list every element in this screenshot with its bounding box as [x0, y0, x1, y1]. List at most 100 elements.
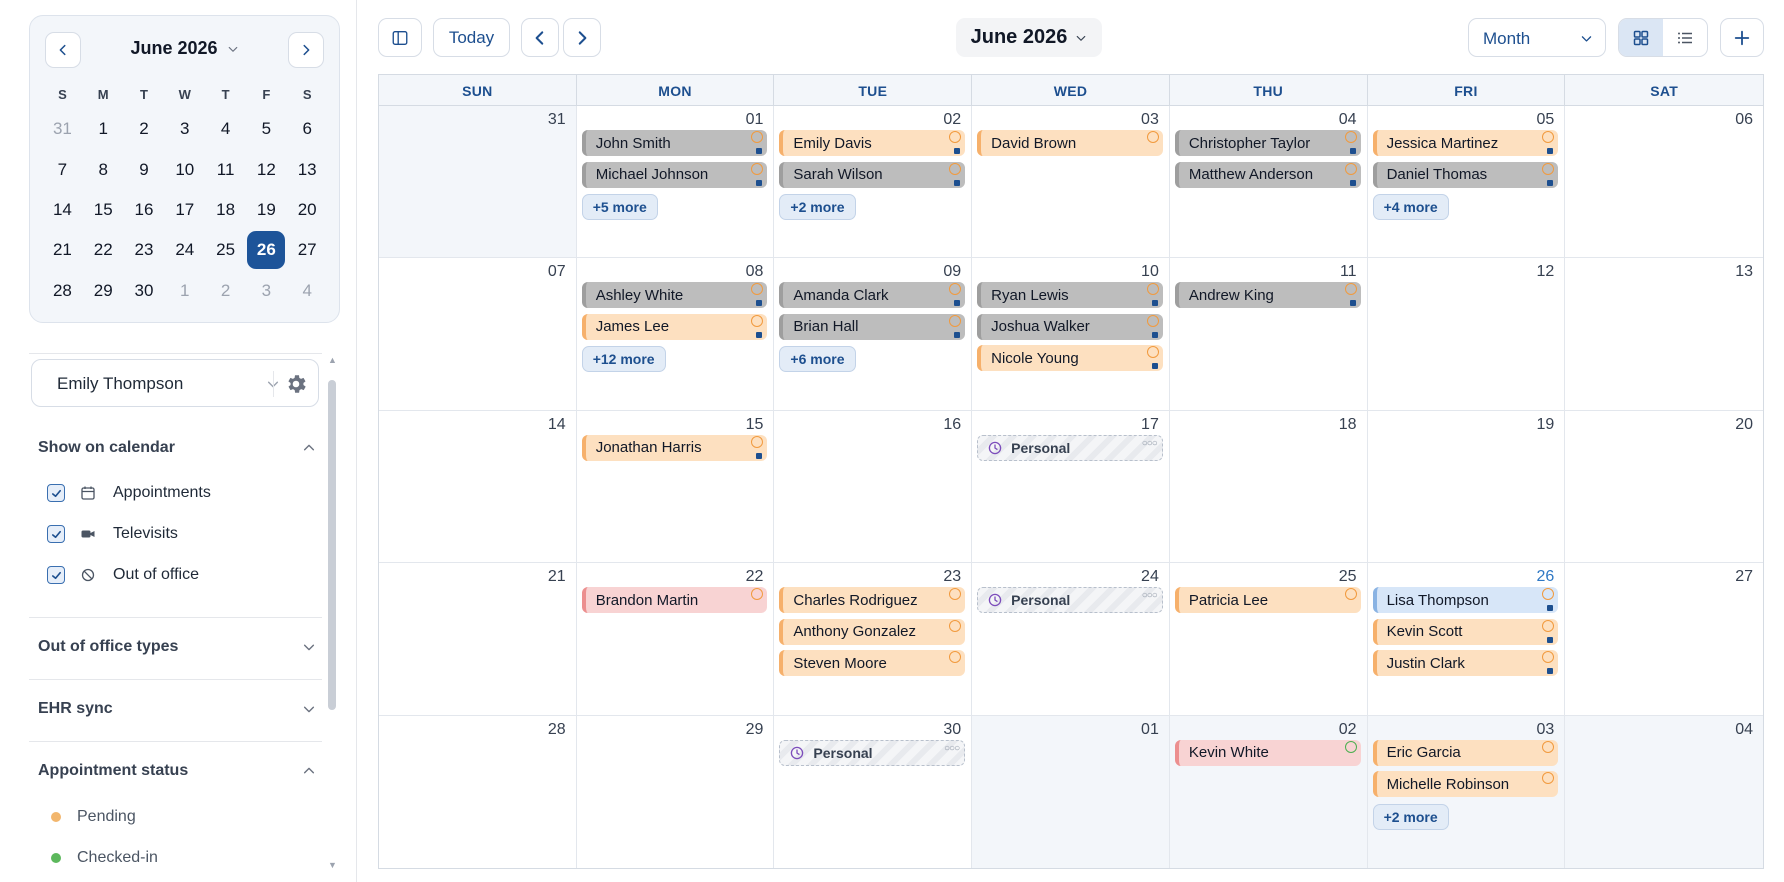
mini-day[interactable]: 1 [83, 109, 124, 149]
appointment-event[interactable]: Jonathan Harris [581, 434, 768, 461]
checkbox[interactable] [47, 525, 65, 543]
day-cell[interactable]: 17 Personal ○○○ [972, 410, 1170, 564]
gear-icon[interactable] [284, 372, 308, 396]
appointment-event[interactable]: Joshua Walker [977, 313, 1163, 340]
day-cell[interactable]: 06 [1565, 106, 1763, 259]
month-title-button[interactable]: June 2026 [956, 18, 1102, 57]
toggle-sidebar-button[interactable] [378, 18, 422, 57]
day-cell[interactable]: 02 Emily Davis Sarah Wilson +2 more [774, 106, 973, 259]
mini-day[interactable]: 8 [83, 149, 124, 189]
day-cell[interactable]: 08 Ashley White James Lee +12 more [576, 258, 775, 411]
appointment-event[interactable]: Matthew Anderson [1174, 161, 1361, 188]
mini-day[interactable]: 9 [124, 149, 165, 189]
sidebar-scrollbar[interactable]: ▲ ▼ [327, 355, 337, 870]
appointment-event[interactable]: Andrew King [1174, 282, 1361, 309]
appointment-event[interactable]: Steven Moore [779, 650, 966, 677]
appointment-event[interactable]: Sarah Wilson [779, 161, 966, 188]
out-of-office-block[interactable]: Personal ○○○ [977, 587, 1163, 614]
mini-day[interactable]: 5 [246, 109, 287, 149]
scroll-up-arrow-icon[interactable]: ▲ [328, 355, 337, 365]
more-events-button[interactable]: +4 more [1372, 194, 1449, 220]
mini-day[interactable]: 22 [83, 230, 124, 270]
day-cell[interactable]: 15 Jonathan Harris [576, 410, 775, 564]
mini-day[interactable]: 21 [42, 230, 83, 270]
day-cell[interactable]: 16 [774, 410, 973, 564]
appointment-status-header[interactable]: Appointment status [38, 757, 316, 785]
scrollbar-thumb[interactable] [328, 380, 336, 710]
mini-day[interactable]: 29 [83, 271, 124, 311]
day-cell[interactable]: 03 Eric Garcia Michelle Robinson +2 more [1367, 715, 1566, 868]
day-cell[interactable]: 05 Jessica Martinez Daniel Thomas +4 more [1367, 106, 1566, 259]
mini-day[interactable]: 25 [205, 230, 246, 270]
filter-televisits[interactable]: Televisits [47, 522, 178, 546]
appointment-event[interactable]: Michelle Robinson [1372, 771, 1559, 798]
day-cell[interactable]: 29 [577, 715, 775, 868]
mini-day[interactable]: 4 [287, 271, 328, 311]
mini-day[interactable]: 20 [287, 190, 328, 230]
day-cell[interactable]: 12 [1367, 258, 1566, 411]
day-cell[interactable]: 23 Charles Rodriguez Anthony Gonzalez Steve… [774, 563, 973, 716]
day-cell[interactable]: 07 [379, 258, 577, 411]
mini-day[interactable]: 24 [164, 230, 205, 270]
day-cell[interactable]: 01 [972, 715, 1170, 868]
add-appointment-button[interactable] [1720, 18, 1764, 57]
appointment-event[interactable]: Brian Hall [779, 313, 966, 340]
more-events-button[interactable]: +6 more [779, 346, 856, 373]
mini-day[interactable]: 3 [246, 271, 287, 311]
view-select[interactable]: Month [1468, 18, 1606, 57]
out-of-office-block[interactable]: Personal ○○○ [977, 434, 1163, 461]
day-cell[interactable]: 20 [1565, 411, 1763, 564]
mini-day[interactable]: 7 [42, 149, 83, 189]
appointment-event[interactable]: Anthony Gonzalez [779, 618, 966, 645]
more-options-icon[interactable]: ○○○ [944, 743, 960, 754]
day-cell[interactable]: 24 Personal ○○○ [972, 563, 1170, 716]
day-cell[interactable]: 02 Kevin White [1169, 715, 1368, 868]
appointment-event[interactable]: Kevin White [1174, 739, 1361, 766]
checkbox[interactable] [47, 566, 65, 584]
appointment-event[interactable]: James Lee [581, 313, 768, 340]
mini-day[interactable]: 28 [42, 271, 83, 311]
appointment-event[interactable]: John Smith [581, 130, 768, 156]
mini-day[interactable]: 11 [205, 149, 246, 189]
day-cell[interactable]: 31 [379, 106, 577, 259]
appointment-event[interactable]: Brandon Martin [581, 587, 768, 614]
day-cell[interactable]: 13 [1565, 258, 1763, 411]
appointment-event[interactable]: Amanda Clark [779, 282, 966, 309]
mini-day[interactable]: 23 [124, 230, 165, 270]
day-cell[interactable]: 30 Personal ○○○ [774, 715, 973, 868]
day-cell-today[interactable]: 26 Lisa Thompson Kevin Scott Justin Clark [1367, 563, 1566, 716]
appointment-event[interactable]: Nicole Young [977, 345, 1163, 372]
mini-day[interactable]: 1 [164, 271, 205, 311]
day-cell[interactable]: 27 [1565, 563, 1763, 716]
filter-appointments[interactable]: Appointments [47, 481, 211, 505]
more-options-icon[interactable]: ○○○ [1142, 590, 1158, 601]
mini-day[interactable]: 31 [42, 109, 83, 149]
mini-day[interactable]: 17 [164, 190, 205, 230]
appointment-event[interactable]: Patricia Lee [1174, 587, 1361, 614]
mini-day[interactable]: 10 [164, 149, 205, 189]
mini-day[interactable]: 6 [287, 109, 328, 149]
day-cell[interactable]: 19 [1367, 410, 1566, 564]
day-cell[interactable]: 22 Brandon Martin [576, 563, 775, 716]
appointment-event[interactable]: Eric Garcia [1372, 739, 1559, 766]
mini-day[interactable]: 14 [42, 190, 83, 230]
appointment-event[interactable]: Christopher Taylor [1174, 130, 1361, 156]
day-cell[interactable]: 04 [1565, 715, 1763, 868]
show-on-calendar-header[interactable]: Show on calendar [38, 434, 316, 462]
day-cell[interactable]: 18 [1169, 410, 1368, 564]
ehr-sync-header[interactable]: EHR sync [38, 695, 316, 723]
appointment-event[interactable]: Daniel Thomas [1372, 161, 1559, 188]
mini-day[interactable]: 19 [246, 190, 287, 230]
mini-day[interactable]: 16 [124, 190, 165, 230]
mini-day[interactable]: 18 [205, 190, 246, 230]
filter-out-of-office[interactable]: Out of office [47, 563, 199, 587]
day-cell[interactable]: 25 Patricia Lee [1169, 563, 1368, 716]
mini-day[interactable]: 4 [205, 109, 246, 149]
appointment-event[interactable]: David Brown [977, 130, 1163, 156]
more-options-icon[interactable]: ○○○ [1142, 438, 1158, 449]
mini-day-selected[interactable]: 26 [246, 230, 287, 270]
mini-next-month-button[interactable] [288, 32, 324, 68]
mini-day[interactable]: 12 [246, 149, 287, 189]
day-cell[interactable]: 11 Andrew King [1169, 258, 1368, 411]
grid-view-button[interactable] [1619, 19, 1663, 56]
